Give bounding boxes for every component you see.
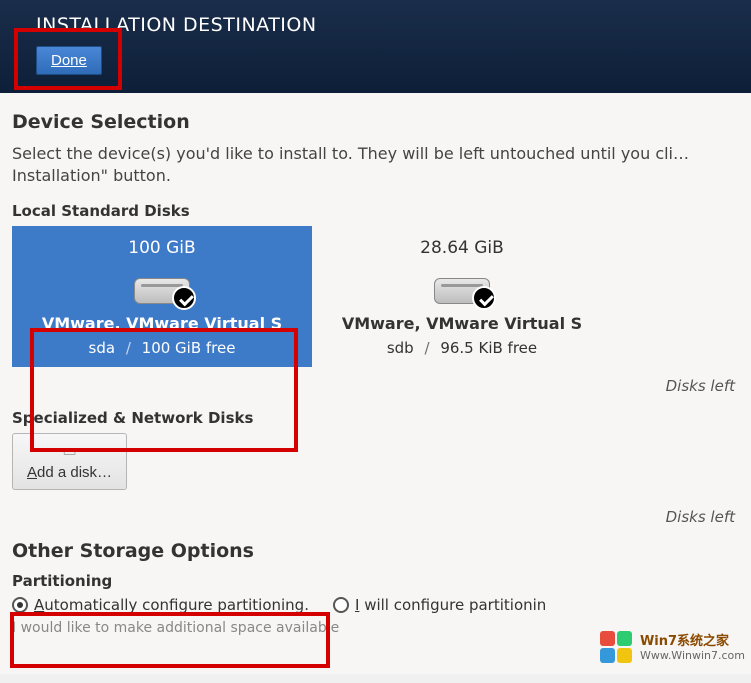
other-storage-heading: Other Storage Options [12,540,739,562]
add-disk-label-rest: dd a disk… [37,464,112,481]
disk-id: sdb [387,339,414,357]
done-button-label: Done [51,52,87,69]
disk-placeholder-icon: ▭ [27,442,112,460]
radio-auto-label-rest: utomatically configure partitioning. [44,596,309,614]
radio-auto-partitioning[interactable]: Automatically configure partitioning. [12,596,309,614]
watermark-line2: Www.Winwin7.com [640,649,745,662]
disk-name: VMware, VMware Virtual S [20,314,304,333]
partitioning-options: Automatically configure partitioning. I … [12,596,739,614]
local-disks-row: 100 GiB VMware, VMware Virtual S sda / 1… [12,226,739,367]
radio-manual-label-rest: will configure partitionin [359,596,546,614]
disk-sdb[interactable]: 28.64 GiB VMware, VMware Virtual S sdb /… [312,226,612,367]
harddrive-icon [134,266,190,304]
radio-dot-icon [333,597,349,613]
local-disks-label: Local Standard Disks [12,202,739,220]
disks-left-note: Disks left [12,377,735,395]
cutoff-additional-space: I would like to make additional space av… [12,620,739,636]
disks-left-note-2: Disks left [12,508,735,526]
other-storage-section: Other Storage Options Partitioning Autom… [12,540,739,636]
radio-manual-partitioning[interactable]: I will configure partitionin [333,596,546,614]
radio-dot-icon [12,597,28,613]
disk-free: 100 GiB free [142,339,236,357]
add-disk-button[interactable]: ▭ Add a disk… [12,433,127,490]
check-icon [172,286,196,310]
disk-size: 100 GiB [20,238,304,258]
device-selection-heading: Device Selection [12,111,739,133]
disk-free-line: sdb / 96.5 KiB free [320,339,604,357]
page-title: INSTALLATION DESTINATION [36,14,727,36]
header-bar: INSTALLATION DESTINATION Done [0,0,751,93]
disk-size: 28.64 GiB [320,238,604,258]
device-selection-instruction: Select the device(s) you'd like to insta… [12,143,739,188]
disk-free: 96.5 KiB free [440,339,537,357]
partitioning-label: Partitioning [12,572,739,590]
disk-sda[interactable]: 100 GiB VMware, VMware Virtual S sda / 1… [12,226,312,367]
specialized-disks-label: Specialized & Network Disks [12,409,739,427]
check-icon [472,286,496,310]
done-button[interactable]: Done [36,46,102,75]
content-area: Device Selection Select the device(s) yo… [0,93,751,674]
disk-free-line: sda / 100 GiB free [20,339,304,357]
disk-id: sda [89,339,116,357]
harddrive-icon [434,266,490,304]
disk-name: VMware, VMware Virtual S [320,314,604,333]
